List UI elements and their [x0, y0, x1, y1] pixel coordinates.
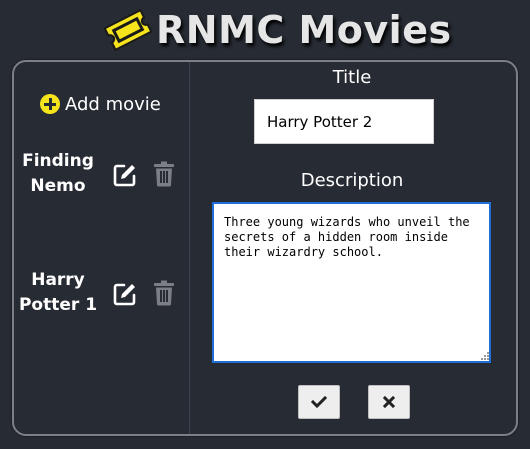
ticket-icon [103, 8, 153, 52]
app-title: RNMC Movies [156, 8, 452, 52]
trash-icon[interactable] [153, 280, 175, 306]
trash-icon[interactable] [153, 161, 175, 187]
x-icon [383, 396, 395, 408]
movie-title-line: Nemo [30, 176, 86, 196]
add-movie-label: Add movie [65, 93, 161, 115]
app-root: RNMC Movies Add movie Finding Nemo Harry… [0, 0, 530, 449]
cancel-button[interactable] [368, 385, 410, 419]
panel-divider [189, 62, 190, 434]
title-input[interactable] [254, 99, 434, 144]
movie-list-item: Harry Potter 1 [14, 268, 186, 324]
edit-icon[interactable] [112, 162, 138, 188]
movie-title: Harry Potter 1 [14, 268, 102, 318]
check-icon [311, 395, 327, 409]
movie-title-line: Finding [22, 151, 94, 171]
plus-circle-icon [40, 94, 60, 114]
add-movie-button[interactable]: Add movie [40, 91, 161, 117]
edit-icon[interactable] [112, 281, 138, 307]
description-textarea[interactable]: Three young wizards who unveil the secre… [212, 202, 491, 363]
description-label: Description [300, 170, 404, 191]
movie-list-item: Finding Nemo [14, 149, 186, 205]
movie-title-line: Harry [31, 270, 85, 290]
resize-grip-icon[interactable] [479, 350, 489, 360]
confirm-button[interactable] [298, 385, 340, 419]
movie-title: Finding Nemo [14, 149, 102, 199]
title-label: Title [332, 67, 372, 88]
main-panel: Add movie Finding Nemo Harry Potter 1 Ti… [12, 60, 518, 436]
app-header: RNMC Movies [0, 6, 530, 56]
movie-title-line: Potter 1 [18, 295, 98, 315]
